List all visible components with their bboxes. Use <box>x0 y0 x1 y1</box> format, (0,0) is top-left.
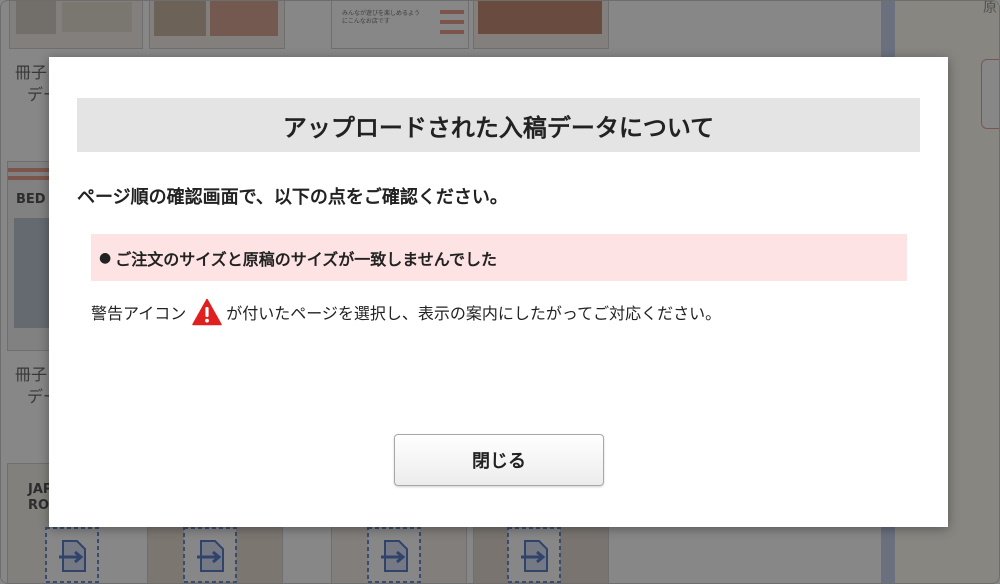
dialog-subtitle: ページ順の確認画面で、以下の点をご確認ください。 <box>77 187 508 208</box>
instruction-suffix: が付いたページを選択し、表示の案内にしたがってご対応ください。 <box>226 304 722 323</box>
dialog-title: アップロードされた入稿データについて <box>77 98 920 152</box>
close-button[interactable]: 閉じる <box>394 434 604 486</box>
warning-text: ご注文のサイズと原稿のサイズが一致しませんでした <box>115 249 497 269</box>
warning-icon <box>192 298 222 326</box>
warning-banner: ● ご注文のサイズと原稿のサイズが一致しませんでした <box>91 234 907 281</box>
instruction-text: 警告アイコン が付いたページを選択し、表示の案内にしたがってご対応ください。 <box>91 297 721 327</box>
upload-notice-dialog: アップロードされた入稿データについて ページ順の確認画面で、以下の点をご確認くだ… <box>49 57 948 527</box>
bullet-icon: ● <box>99 249 112 266</box>
instruction-prefix: 警告アイコン <box>91 304 187 323</box>
